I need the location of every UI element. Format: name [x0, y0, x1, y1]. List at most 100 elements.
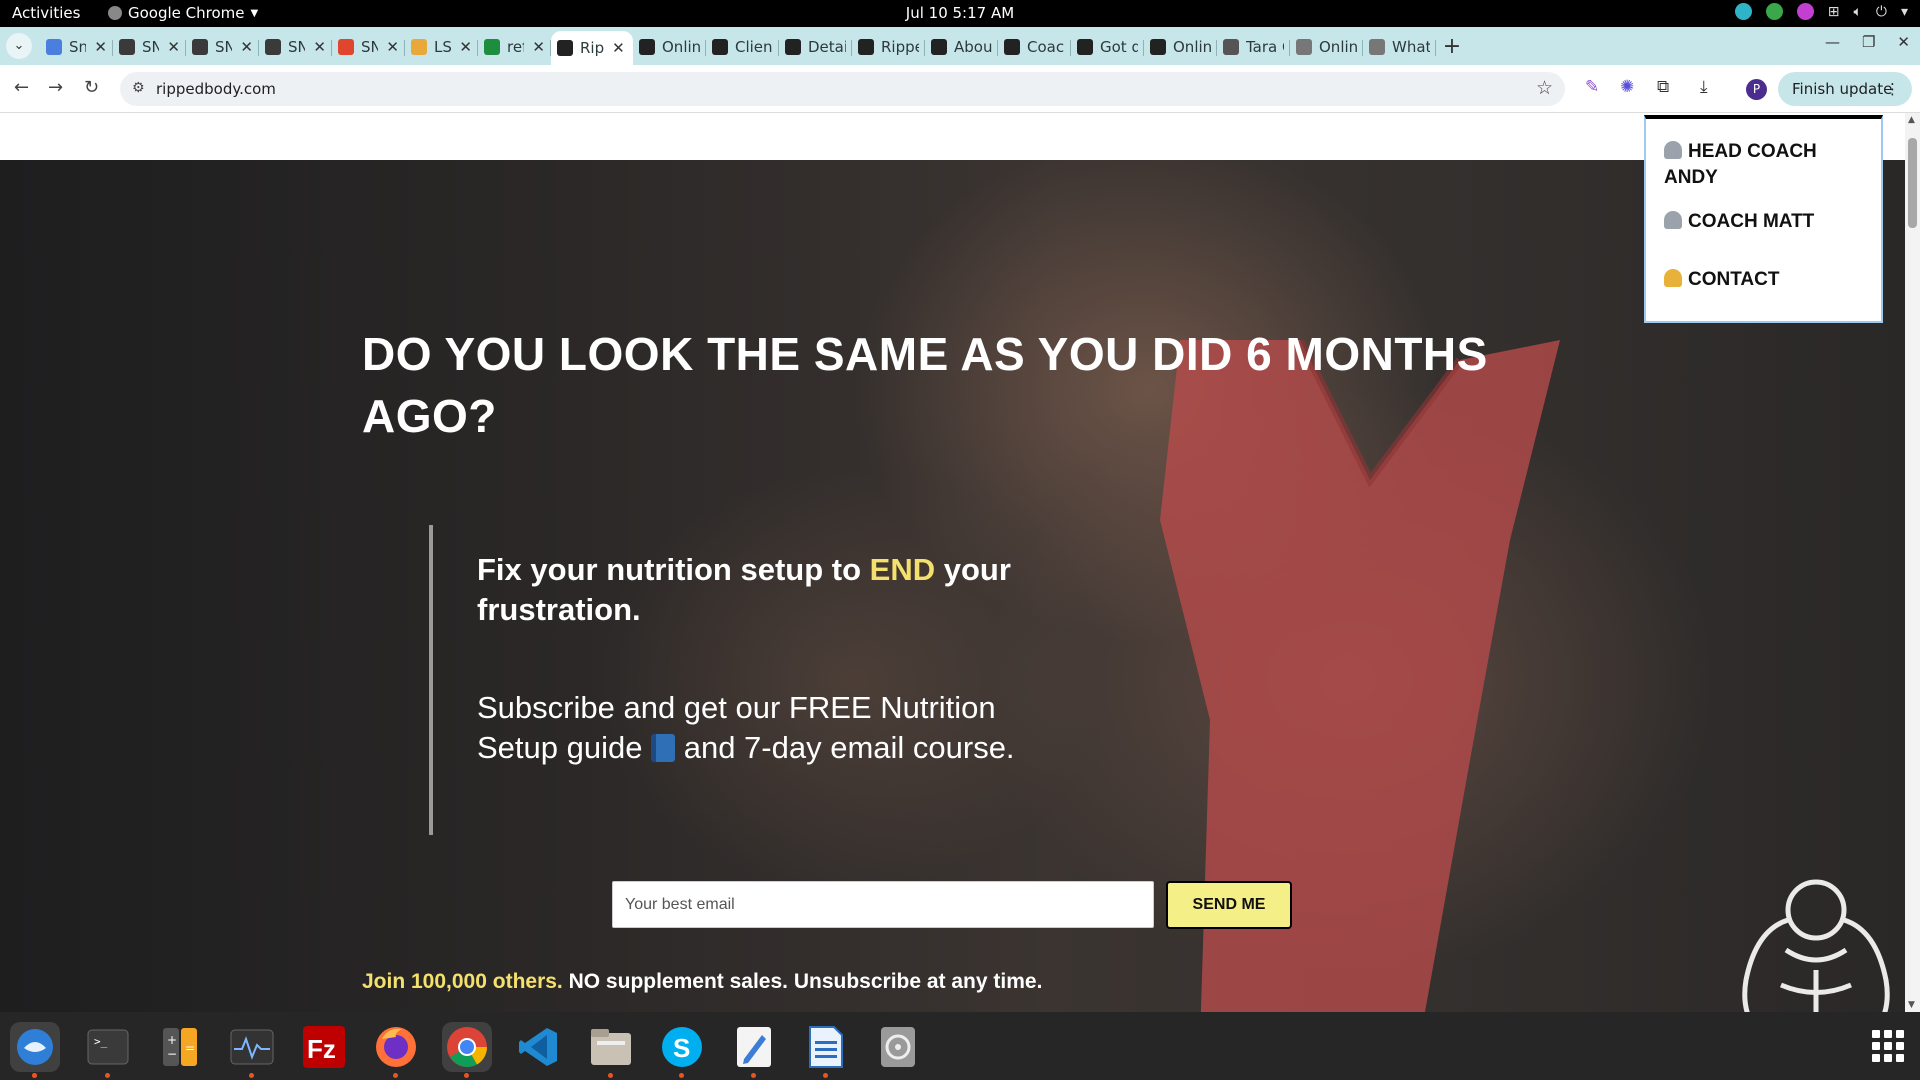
browser-tab[interactable]: What: [1363, 31, 1436, 63]
page-icon: [1296, 39, 1312, 55]
browser-tab[interactable]: SN ✕: [259, 31, 332, 63]
tab-search-button[interactable]: ⌄: [6, 33, 32, 59]
tray-app-icon[interactable]: [1734, 3, 1752, 20]
menu-caret-icon[interactable]: ▾: [1901, 4, 1908, 20]
profile-avatar[interactable]: P: [1746, 79, 1767, 100]
volume-icon[interactable]: 🔈︎: [1853, 4, 1861, 20]
google-docs-icon: [46, 39, 62, 55]
book-icon: [651, 734, 676, 762]
tab-close-icon[interactable]: ✕: [532, 38, 545, 56]
multicolor-icon: [411, 39, 427, 55]
menu-item-label: HEAD COACH ANDY: [1664, 141, 1817, 188]
tab-label: Detail: [808, 38, 846, 56]
description-text-2: and 7-day email course.: [675, 730, 1015, 765]
tab-close-icon[interactable]: ✕: [94, 38, 107, 56]
tabs: Sni ✕ SN ✕ SN ✕ SN ✕ SN ✕ LS ✕ ref ✕ Rip ✕ Online Client D…: [40, 31, 1468, 65]
browser-tab[interactable]: About: [925, 31, 998, 63]
browser-tab[interactable]: SN ✕: [186, 31, 259, 63]
menu-item-contact[interactable]: CONTACT: [1664, 267, 1874, 293]
browser-tab[interactable]: Coach: [998, 31, 1071, 63]
tab-close-icon[interactable]: ✕: [459, 38, 472, 56]
bookmark-star-icon[interactable]: ☆: [1536, 77, 1553, 99]
chrome-icon[interactable]: [442, 1022, 492, 1078]
send-me-button[interactable]: SEND ME: [1166, 881, 1292, 929]
calculator-icon[interactable]: + − =: [155, 1022, 205, 1072]
gear-extension-icon[interactable]: ✺: [1620, 77, 1634, 97]
activities-button[interactable]: Activities: [12, 4, 80, 22]
pen-extension-icon[interactable]: ✎: [1585, 77, 1599, 97]
download-icon[interactable]: ⤓: [1700, 77, 1708, 97]
minimize-icon[interactable]: —: [1825, 33, 1840, 51]
browser-tab[interactable]: Got qu: [1071, 31, 1144, 63]
browser-tab[interactable]: SN ✕: [113, 31, 186, 63]
files-icon[interactable]: [586, 1022, 636, 1078]
browser-tab[interactable]: Rip ✕: [551, 31, 633, 65]
hero-description: Subscribe and get our FREE Nutrition Set…: [477, 688, 1077, 768]
tab-label: What: [1392, 38, 1430, 56]
browser-tab[interactable]: SN ✕: [332, 31, 405, 63]
tab-close-icon[interactable]: ✕: [612, 39, 625, 57]
tab-label: SN: [215, 38, 233, 56]
tab-close-icon[interactable]: ✕: [313, 38, 326, 56]
power-icon[interactable]: ⏻: [1876, 4, 1887, 20]
browser-toolbar: ← → ↻ ⚙ rippedbody.com ☆ ✎ ✺ ⧉ ⤓ P Finis…: [0, 65, 1920, 113]
snp-icon: [192, 39, 208, 55]
browser-tab[interactable]: Rippe: [852, 31, 925, 63]
browser-tab[interactable]: ref ✕: [478, 31, 551, 63]
system-monitor-icon[interactable]: [227, 1022, 277, 1078]
skype-icon[interactable]: S: [657, 1022, 707, 1078]
quote-bar: [429, 525, 433, 835]
vscode-icon[interactable]: [514, 1022, 564, 1072]
network-icon[interactable]: ⊞: [1828, 4, 1840, 20]
page-scrollbar[interactable]: ▲ ▼: [1905, 113, 1920, 1012]
tab-label: Got qu: [1100, 38, 1138, 56]
hero-subheading: Fix your nutrition setup to END your fru…: [477, 550, 1077, 630]
tab-label: SN: [288, 38, 306, 56]
extensions-puzzle-icon[interactable]: ⧉: [1657, 77, 1669, 97]
rippedbody-icon: [712, 39, 728, 55]
tab-label: Coach: [1027, 38, 1065, 56]
firefox-icon[interactable]: [371, 1022, 421, 1078]
menu-item-head-coach-andy[interactable]: HEAD COACH ANDY: [1664, 139, 1874, 191]
maximize-icon[interactable]: ❐: [1862, 33, 1875, 51]
clock[interactable]: Jul 10 5:17 AM: [906, 4, 1014, 22]
back-icon[interactable]: ←: [14, 77, 29, 98]
filezilla-icon[interactable]: Fz: [299, 1022, 349, 1072]
red-badge-icon: [338, 39, 354, 55]
browser-tab[interactable]: Sni ✕: [40, 31, 113, 63]
browser-tab[interactable]: Detail: [779, 31, 852, 63]
new-tab-button[interactable]: +: [1436, 31, 1468, 65]
site-info-icon[interactable]: ⚙: [132, 80, 145, 96]
browser-tab[interactable]: Client: [706, 31, 779, 63]
browser-tab[interactable]: Tara C: [1217, 31, 1290, 63]
svg-text:Fz: Fz: [307, 1034, 336, 1064]
show-applications-icon[interactable]: [1872, 1030, 1904, 1062]
address-bar[interactable]: ⚙ rippedbody.com ☆: [120, 72, 1565, 106]
email-input[interactable]: [612, 881, 1154, 928]
tab-close-icon[interactable]: ✕: [386, 38, 399, 56]
reload-icon[interactable]: ↻: [84, 77, 99, 98]
tray-check-icon[interactable]: [1765, 3, 1783, 20]
menu-item-coach-matt[interactable]: COACH MATT: [1664, 209, 1874, 235]
browser-tab[interactable]: LS ✕: [405, 31, 478, 63]
disk-utility-icon[interactable]: [873, 1022, 923, 1072]
browser-tab[interactable]: Online: [1290, 31, 1363, 63]
tab-close-icon[interactable]: ✕: [240, 38, 253, 56]
thunderbird-icon[interactable]: [10, 1022, 60, 1078]
scroll-down-icon[interactable]: ▼: [1908, 1000, 1915, 1010]
text-editor-icon[interactable]: [729, 1022, 779, 1078]
libreoffice-writer-icon[interactable]: [801, 1022, 851, 1078]
browser-tab[interactable]: Online: [633, 31, 706, 63]
url-text[interactable]: rippedbody.com: [156, 80, 276, 98]
finish-update-button[interactable]: Finish update ⋮: [1778, 72, 1912, 106]
tab-close-icon[interactable]: ✕: [167, 38, 180, 56]
chrome-small-icon: [108, 6, 122, 20]
app-menu[interactable]: Google Chrome ▼: [108, 4, 258, 22]
scroll-thumb[interactable]: [1908, 138, 1917, 228]
browser-tab[interactable]: Online: [1144, 31, 1217, 63]
forward-icon[interactable]: →: [48, 77, 63, 98]
tray-color-icon[interactable]: [1796, 3, 1814, 20]
scroll-up-icon[interactable]: ▲: [1908, 115, 1915, 125]
close-icon[interactable]: ✕: [1897, 33, 1910, 51]
terminal-icon[interactable]: >_: [83, 1022, 133, 1078]
